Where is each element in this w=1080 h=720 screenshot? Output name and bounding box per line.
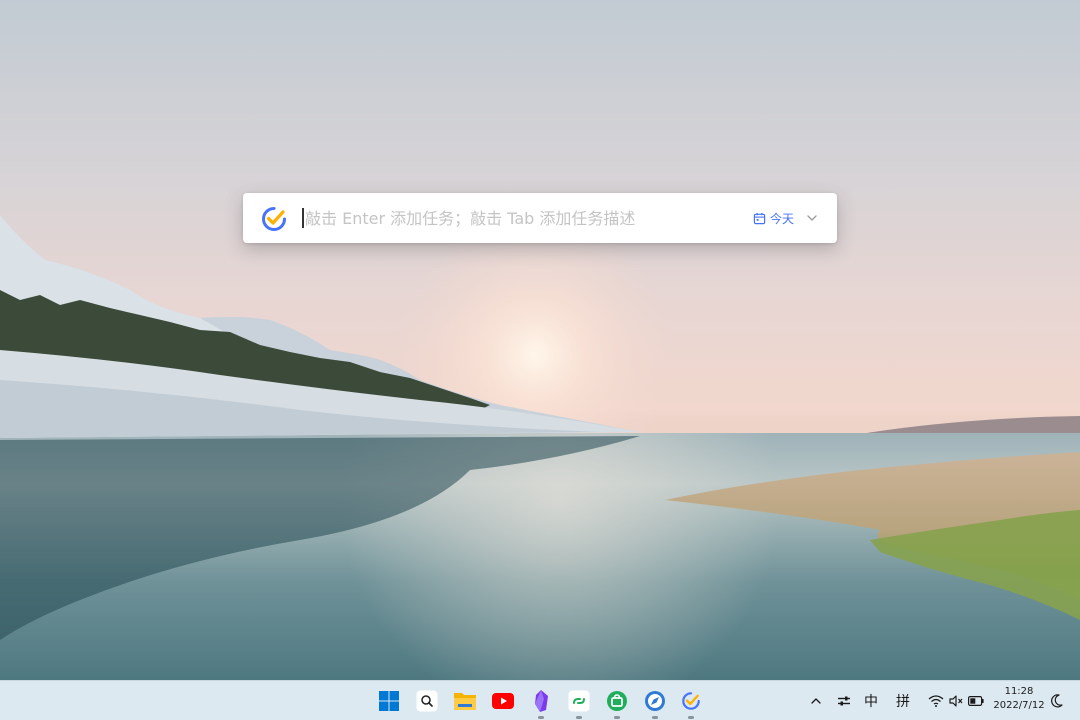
- running-indicator: [576, 716, 582, 719]
- chevron-up-icon: [811, 698, 821, 704]
- due-date-label: 今天: [770, 211, 795, 226]
- taskbar-obsidian[interactable]: [527, 687, 555, 719]
- running-indicator: [652, 716, 658, 719]
- folder-icon: [454, 693, 476, 710]
- calendar-icon: [753, 212, 766, 224]
- taskbar-green-app[interactable]: [603, 687, 631, 719]
- volume-muted-icon: [949, 695, 963, 707]
- windows-logo-icon: [379, 691, 399, 711]
- obsidian-icon: [535, 690, 548, 712]
- running-indicator: [688, 716, 694, 719]
- desktop-wallpaper: [0, 0, 1080, 680]
- notifications-button[interactable]: [1048, 691, 1066, 711]
- show-hidden-icons-button[interactable]: [808, 691, 824, 711]
- clock-date: 2022/7/12: [993, 700, 1045, 711]
- quick-settings-button[interactable]: [926, 691, 986, 711]
- taskbar-ticktick[interactable]: [677, 687, 705, 719]
- battery-icon: [968, 696, 984, 706]
- clock-time: 11:28: [1004, 686, 1034, 697]
- taskbar-link-app[interactable]: [565, 687, 593, 719]
- ticktick-check-icon: [682, 692, 700, 710]
- taskbar-file-explorer[interactable]: [451, 687, 479, 715]
- moon-icon: [1051, 694, 1063, 708]
- wifi-icon: [928, 695, 944, 707]
- due-date-button[interactable]: 今天: [753, 208, 818, 228]
- running-indicator: [538, 716, 544, 719]
- taskbar-browser[interactable]: [641, 687, 669, 719]
- ime-method-label: 拼: [896, 694, 910, 710]
- youtube-icon: [492, 693, 514, 709]
- taskbar-youtube[interactable]: [489, 687, 517, 715]
- sliders-icon: [838, 696, 850, 706]
- start-button[interactable]: [375, 687, 403, 715]
- ime-method-button[interactable]: 拼: [892, 691, 914, 711]
- running-indicator: [614, 716, 620, 719]
- ticktick-check-icon: [262, 207, 286, 231]
- ime-mode-toggle[interactable]: 中: [860, 691, 882, 711]
- clock[interactable]: 11:28 2022/7/12: [992, 685, 1046, 713]
- compass-icon: [645, 691, 665, 711]
- tray-settings-button[interactable]: [834, 691, 854, 711]
- search-button[interactable]: [413, 687, 441, 715]
- task-title-input[interactable]: [305, 203, 735, 233]
- chevron-down-icon[interactable]: [806, 212, 818, 224]
- green-app-icon: [607, 691, 627, 711]
- search-icon: [416, 690, 438, 712]
- taskbar: 中 拼: [0, 680, 1080, 720]
- ime-mode-label: 中: [864, 694, 878, 710]
- link-app-icon: [568, 690, 590, 712]
- quick-add-task-bar: 今天: [243, 193, 837, 243]
- text-cursor: [302, 208, 304, 228]
